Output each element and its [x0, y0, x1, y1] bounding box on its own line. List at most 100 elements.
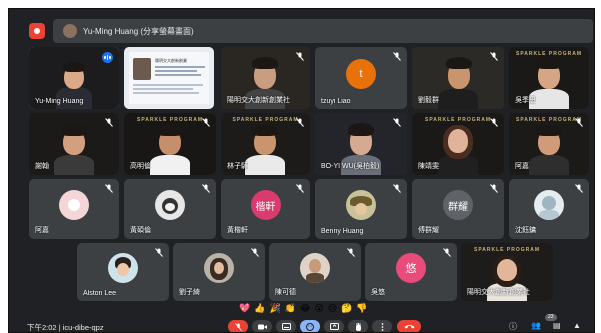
slide-title: 陽明交大創新創業 [155, 58, 187, 63]
participant-name: Alston Lee [83, 290, 117, 297]
emoji-button[interactable] [300, 320, 320, 332]
info-icon[interactable]: ⓘ [509, 321, 517, 332]
activities-icon[interactable]: ▲ [573, 321, 581, 330]
participant-avatar: t [346, 59, 376, 89]
participant-name: 阿嘉 [515, 163, 529, 170]
participant-name: Yu-Ming Huang [35, 98, 84, 105]
mic-off-icon [251, 248, 259, 257]
mic-off-icon [393, 52, 401, 61]
participant-tile[interactable]: 沈鈺鏞 [509, 179, 589, 239]
mic-off-icon [105, 118, 113, 127]
more-options-button[interactable] [372, 320, 392, 332]
reaction-surprised[interactable]: 😮 [314, 303, 323, 314]
participant-name: 陽明交大創新創業社 [467, 289, 530, 296]
participant-tile[interactable]: 劉子綺 [173, 243, 265, 301]
meet-window: Yu-Ming Huang (分享螢幕畫面) Yu-Ming Huang 陽明交… [8, 8, 595, 333]
participant-tile[interactable]: SPARKLE PROGRAM 林子驊 [221, 113, 310, 175]
captions-button[interactable] [276, 320, 296, 332]
reaction-party[interactable]: 🎉 [269, 303, 280, 314]
mic-off-icon [575, 118, 583, 127]
participant-tile[interactable]: 阿嘉 [29, 179, 119, 239]
participant-name: Benny Huang [321, 228, 364, 235]
presentation-chip[interactable]: Yu-Ming Huang (分享螢幕畫面) [53, 19, 593, 43]
mic-off-icon [296, 184, 304, 193]
participant-tile[interactable]: 群耀 傅群耀 [412, 179, 504, 239]
mic-off-icon [347, 248, 355, 257]
reaction-thumbs-down[interactable]: 👎 [356, 303, 367, 314]
participant-tile[interactable]: SPARKLE PROGRAM 陽明交大創新創業社 [461, 243, 553, 301]
participant-name: 沈鈺鏞 [515, 227, 536, 234]
reaction-thumbs-up[interactable]: 👍 [254, 303, 265, 314]
participant-avatar: 群耀 [443, 190, 473, 220]
reaction-sad[interactable]: 😢 [328, 303, 337, 314]
raise-hand-button[interactable] [348, 320, 368, 332]
mic-off-icon [575, 184, 583, 193]
participant-avatar [59, 190, 89, 220]
participant-name: 吳悠 [371, 289, 385, 296]
more-icon [381, 322, 383, 331]
info-separator: | [58, 323, 61, 332]
participant-name: BO-YI WU(吳柏毅) [321, 163, 380, 170]
chat-icon[interactable]: ▤ [553, 321, 561, 330]
mic-off-icon [155, 248, 163, 257]
camera-icon [257, 324, 267, 329]
participant-tile[interactable]: t tzuyi Liao [315, 47, 407, 109]
participant-avatar [534, 190, 564, 220]
participant-tile[interactable]: 黃碩倫 [124, 179, 216, 239]
participant-name: 吳季恩 [515, 97, 536, 104]
participant-tile[interactable]: 劉毅群 [412, 47, 504, 109]
mic-off-icon [490, 184, 498, 193]
present-button[interactable] [324, 320, 344, 332]
people-icon[interactable]: 👥 [531, 321, 541, 330]
participant-tile[interactable]: 悠 吳悠 [365, 243, 457, 301]
presenter-label: Yu-Ming Huang (分享螢幕畫面) [83, 26, 194, 36]
participant-tile[interactable]: SPARKLE PROGRAM 吳季恩 [509, 47, 589, 109]
participant-tile[interactable]: 陽明交大創新創業社 [221, 47, 310, 109]
hand-icon [355, 322, 361, 331]
participant-name: 阿嘉 [35, 227, 49, 234]
participant-avatar: 楷軒 [250, 190, 281, 220]
participant-name: 陳靖雯 [418, 163, 439, 170]
participant-count-badge: 23 [545, 314, 557, 321]
participant-tile[interactable]: 謝翰 [29, 113, 119, 175]
participant-name: 黃楷軒 [227, 227, 248, 234]
participant-tile[interactable]: SPARKLE PROGRAM 阿嘉 [509, 113, 589, 175]
camera-toggle-button[interactable] [252, 320, 272, 332]
participant-avatar [204, 253, 234, 283]
record-icon [29, 23, 45, 39]
leave-call-button[interactable] [397, 320, 421, 332]
reaction-laugh[interactable]: 😂 [300, 303, 311, 314]
participant-tile[interactable]: SPARKLE PROGRAM 高明倫 [124, 113, 216, 175]
meeting-code: icu-dibe-qpz [62, 323, 104, 332]
bottom-bar: 下午2:02 | icu-dibe-qpz ⓘ 👥 23 ▤ ▲ [9, 314, 594, 332]
participant-tile[interactable]: 陳可德 [269, 243, 361, 301]
participant-tile[interactable]: 陽明交大創新創業 [124, 47, 214, 109]
participant-tile[interactable]: SPARKLE PROGRAM 陳靖雯 [412, 113, 504, 175]
reaction-heart[interactable]: 💖 [239, 303, 250, 314]
participant-tile[interactable]: BO-YI WU(吳柏毅) [315, 113, 407, 175]
participant-tile[interactable]: 楷軒 黃楷軒 [221, 179, 310, 239]
reaction-clap[interactable]: 👏 [285, 303, 296, 314]
participant-name: 林子驊 [227, 163, 248, 170]
participant-avatar [346, 190, 376, 220]
clock: 下午2:02 [27, 323, 57, 332]
participant-name: 傅群耀 [418, 227, 439, 234]
mic-off-icon [296, 52, 304, 61]
participant-avatar [155, 190, 185, 220]
speaking-icon [102, 52, 113, 63]
mic-off-icon [234, 322, 242, 331]
mic-off-icon [490, 52, 498, 61]
mic-toggle-button[interactable] [228, 320, 248, 332]
participant-tile[interactable]: Alston Lee [77, 243, 169, 301]
participant-avatar: 悠 [396, 253, 426, 283]
end-call-icon [404, 325, 414, 329]
reaction-thinking[interactable]: 🤔 [341, 303, 352, 314]
presenter-bar: Yu-Ming Huang (分享螢幕畫面) [9, 19, 594, 43]
reaction-bar: 💖 👍 🎉 👏 😂 😮 😢 🤔 👎 [239, 301, 368, 315]
participant-tile[interactable]: Yu-Ming Huang [29, 47, 119, 109]
meeting-info: 下午2:02 | icu-dibe-qpz [27, 322, 104, 332]
present-icon [329, 323, 339, 330]
participant-tile[interactable]: Benny Huang [315, 179, 407, 239]
participant-name: 劉毅群 [418, 97, 439, 104]
participant-name: tzuyi Liao [321, 98, 351, 105]
